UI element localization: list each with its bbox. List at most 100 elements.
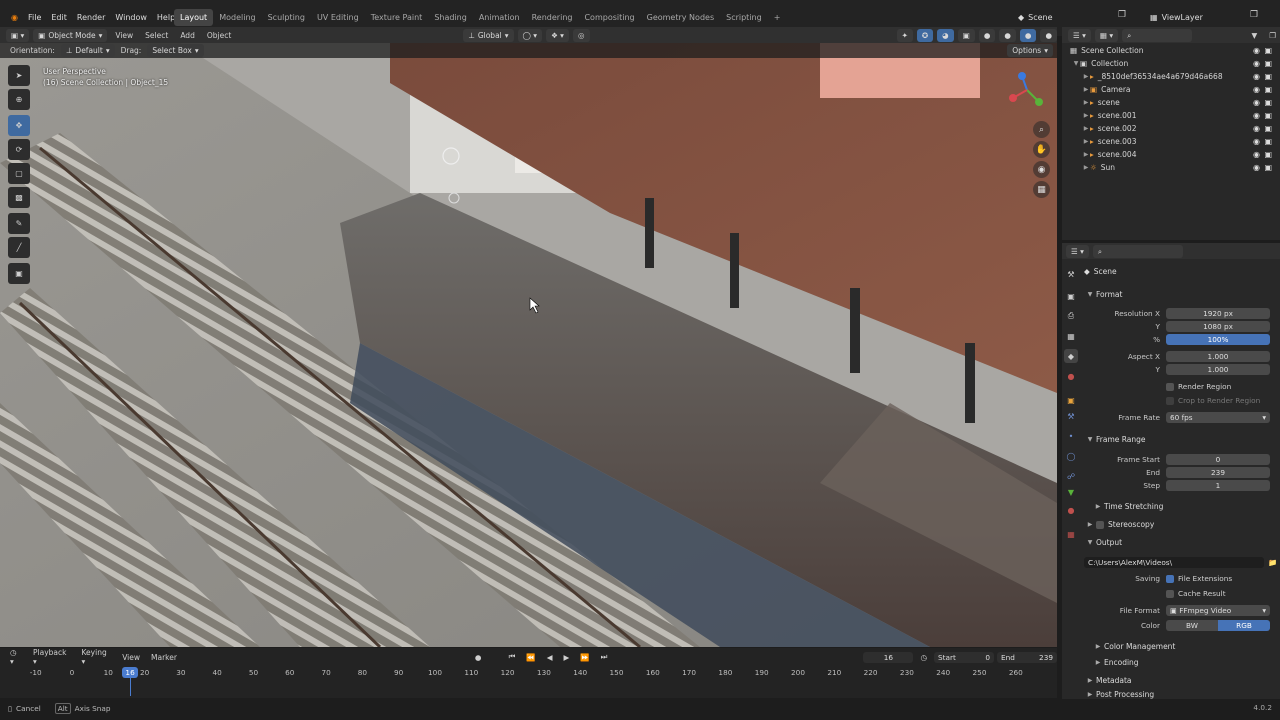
proportional-edit-toggle[interactable]: ◎ [572,28,590,42]
expand-icon[interactable]: ▶ [1082,73,1090,80]
eye-icon[interactable]: ◉ [1253,46,1260,55]
shading-solid[interactable]: ● [999,28,1016,42]
blender-logo-icon[interactable]: ◉ [6,9,23,26]
file-format-dropdown[interactable]: ▣ FFmpeg Video ▾ [1166,605,1270,616]
render-camera-icon[interactable]: ▣ [1264,163,1272,172]
navigation-gizmo[interactable] [1005,68,1050,113]
expand-icon[interactable]: ▶ [1082,164,1090,171]
orientation-dropdown[interactable]: ⊥ Default ▾ [60,44,115,57]
gizmo-y-icon[interactable] [1035,98,1043,106]
output-panel-header[interactable]: ▼ Output [1084,535,1280,550]
shading-wireframe[interactable]: ● [978,28,996,42]
new-view-layer-icon[interactable]: ❐ [1250,10,1258,20]
tab-modeling[interactable]: Modeling [213,9,261,26]
expand-icon[interactable]: ▶ [1082,99,1090,106]
object-mode-dropdown[interactable]: ▣ Object Mode ▾ [33,28,108,42]
eye-icon[interactable]: ◉ [1253,150,1260,159]
tool-tab-icon[interactable]: ⚒ [1064,267,1078,281]
outliner-editor-type-button[interactable]: ☰ ▾ [1068,28,1091,42]
select-tool-icon[interactable]: ➤ [8,65,30,86]
outliner-scene-collection[interactable]: ▦ Scene Collection [1070,44,1280,57]
eye-icon[interactable]: ◉ [1253,59,1260,68]
xray-toggle[interactable]: ▣ [957,28,975,42]
outliner-item[interactable]: ▶ ▸ _8510def36534ae4a679d46a668 [1082,70,1280,83]
expand-icon[interactable]: ▶ [1082,138,1090,145]
add-menu[interactable]: Add [176,31,199,40]
color-management-panel-header[interactable]: ▶ Color Management [1084,639,1280,654]
tab-layout[interactable]: Layout [174,9,214,26]
editor-type-button[interactable]: ▣ ▾ [6,28,30,42]
measure-tool-icon[interactable]: ╱ [8,237,30,258]
shading-material[interactable]: ● [1019,28,1037,42]
move-tool-icon[interactable]: ✥ [8,115,30,136]
texture-tab-icon[interactable]: ▦ [1064,527,1078,541]
render-camera-icon[interactable]: ▣ [1264,150,1272,159]
outliner-item[interactable]: ▶ ▸ scene.002 [1082,122,1280,135]
options-dropdown[interactable]: Options ▾ [1007,44,1053,57]
frame-start-field[interactable]: 0 [1166,454,1270,465]
rotate-tool-icon[interactable]: ⟳ [8,139,30,160]
snap-toggle[interactable]: ❖ ▾ [546,28,569,42]
tab-geometry-nodes[interactable]: Geometry Nodes [641,9,720,26]
file-extensions-checkbox[interactable] [1166,574,1174,583]
outliner-search-input[interactable]: ⌕ [1122,28,1193,42]
outliner-item[interactable]: ▶ ☼ Sun [1082,161,1280,174]
annotate-tool-icon[interactable]: ✎ [8,213,30,234]
menu-window[interactable]: Window [110,9,152,26]
render-camera-icon[interactable]: ▣ [1264,98,1272,107]
world-tab-icon[interactable]: ● [1064,369,1078,383]
eye-icon[interactable]: ◉ [1253,124,1260,133]
frame-range-panel-header[interactable]: ▼ Frame Range [1084,432,1280,447]
data-tab-icon[interactable]: ▼ [1064,485,1078,499]
post-processing-panel-header[interactable]: ▶ Post Processing [1084,689,1280,699]
properties-search-input[interactable]: ⌕ [1092,244,1183,258]
modifier-tab-icon[interactable]: ⚒ [1064,409,1078,423]
resolution-x-field[interactable]: 1920 px [1166,308,1270,319]
stereoscopy-checkbox[interactable] [1096,520,1104,529]
object-menu[interactable]: Object [203,31,235,40]
render-tab-icon[interactable]: ▣ [1064,289,1078,303]
eye-icon[interactable]: ◉ [1253,85,1260,94]
tab-uv-editing[interactable]: UV Editing [311,9,365,26]
render-region-row[interactable]: Render Region [1084,380,1280,393]
render-camera-icon[interactable]: ▣ [1264,85,1272,94]
show-gizmo-button[interactable]: ✪ [916,28,934,42]
outliner-item[interactable]: ▶ ▸ scene.003 [1082,135,1280,148]
output-tab-icon[interactable]: ⎙ [1064,309,1078,323]
render-region-checkbox[interactable] [1166,382,1174,391]
outliner-display-mode-button[interactable]: ▦ ▾ [1094,28,1119,42]
outliner-item[interactable]: ▶ ▣ Camera [1082,83,1280,96]
view-menu[interactable]: View [111,31,137,40]
transform-orientation-dropdown[interactable]: ⊥ Global ▾ [463,28,514,42]
render-camera-icon[interactable]: ▣ [1264,46,1272,55]
render-camera-icon[interactable]: ▣ [1264,124,1272,133]
cursor-tool-icon[interactable]: ⊕ [8,89,30,110]
expand-icon[interactable]: ▶ [1082,151,1090,158]
eye-icon[interactable]: ◉ [1253,163,1260,172]
color-rgb-button[interactable]: RGB [1218,620,1270,631]
overlays-button[interactable]: ◕ [937,28,954,42]
render-camera-icon[interactable]: ▣ [1264,72,1272,81]
physics-tab-icon[interactable]: ◯ [1064,449,1078,463]
new-collection-icon[interactable]: ❐ [1265,31,1280,40]
eye-icon[interactable]: ◉ [1253,72,1260,81]
tab-scripting[interactable]: Scripting [720,9,768,26]
material-tab-icon[interactable]: ● [1064,503,1078,517]
scene-tab-icon[interactable]: ◆ [1064,349,1078,363]
render-camera-icon[interactable]: ▣ [1264,111,1272,120]
color-bw-button[interactable]: BW [1166,620,1218,631]
crop-region-checkbox[interactable] [1166,396,1174,405]
view-layer-selector[interactable]: ▦ ViewLayer [1150,10,1260,24]
filter-icon[interactable]: ▼ [1247,31,1261,40]
pivot-point-dropdown[interactable]: ◯ ▾ [517,28,543,42]
tab-animation[interactable]: Animation [473,9,526,26]
eye-icon[interactable]: ◉ [1253,111,1260,120]
tab-compositing[interactable]: Compositing [578,9,640,26]
scale-tool-icon[interactable]: ▢ [8,163,30,184]
stereoscopy-panel-header[interactable]: ▶ Stereoscopy [1084,517,1280,532]
expand-icon[interactable]: ▼ [1072,60,1080,67]
add-cube-tool-icon[interactable]: ▣ [8,263,30,284]
eye-icon[interactable]: ◉ [1253,137,1260,146]
camera-view-icon[interactable]: ◉ [1033,161,1050,178]
properties-editor-type-button[interactable]: ☰ ▾ [1066,244,1089,258]
